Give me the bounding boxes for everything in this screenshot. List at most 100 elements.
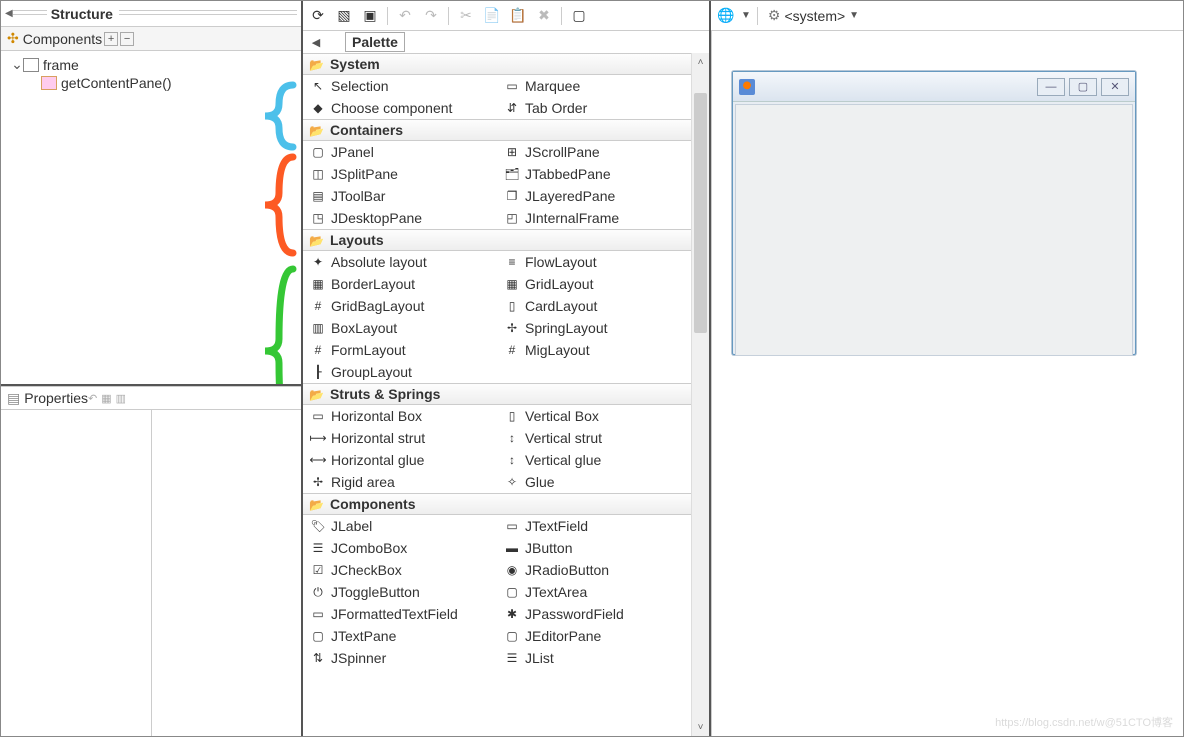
window-minimize-button[interactable]: — <box>1037 78 1065 96</box>
palette-item[interactable]: ◫JSplitPane <box>303 163 497 185</box>
expand-all-button[interactable]: + <box>104 32 118 46</box>
preview-toolbar: 🌐 ▼ ⚙ <system> ▼ <box>711 1 1183 31</box>
palette-item-icon: ▢ <box>503 628 521 644</box>
palette-item[interactable]: ☰JComboBox <box>303 537 497 559</box>
designer-toolbar: ⟳ ▧ ▣ ↶ ↷ ✂ 📄 📋 ✖ ▢ <box>303 1 709 31</box>
palette-item[interactable]: ▬JButton <box>497 537 691 559</box>
palette-item[interactable]: ▥BoxLayout <box>303 317 497 339</box>
tab-scroll-left[interactable]: ◀ <box>307 36 325 49</box>
palette-item[interactable]: #FormLayout <box>303 339 497 361</box>
palette-scroll[interactable]: System↖Selection▭Marquee◆Choose componen… <box>303 53 691 736</box>
palette-item-icon: ☰ <box>309 540 327 556</box>
palette-item[interactable]: ▭Marquee <box>497 75 691 97</box>
jframe-content[interactable] <box>735 104 1133 356</box>
palette-item[interactable]: ▯CardLayout <box>497 295 691 317</box>
palette-category-header[interactable]: Components <box>303 493 691 515</box>
palette-item[interactable]: 🏷JLabel <box>303 515 497 537</box>
palette-item[interactable]: ▯Vertical Box <box>497 405 691 427</box>
undo-button[interactable]: ↶ <box>394 5 416 27</box>
palette-item[interactable]: #GridBagLayout <box>303 295 497 317</box>
scroll-down-icon[interactable]: ˅ <box>692 718 709 736</box>
scroll-up-icon[interactable]: ˄ <box>692 53 709 71</box>
palette-item[interactable]: ☑JCheckBox <box>303 559 497 581</box>
prop-tool-icon[interactable]: ↶ <box>88 392 97 405</box>
palette-item[interactable]: ▢JTextArea <box>497 581 691 603</box>
palette-item[interactable]: ≡FlowLayout <box>497 251 691 273</box>
palette-item[interactable]: ✢Rigid area <box>303 471 497 493</box>
copy-button[interactable]: 📄 <box>481 5 503 27</box>
palette-item[interactable]: ▭JFormattedTextField <box>303 603 497 625</box>
palette-item[interactable]: ☰JList <box>497 647 691 669</box>
palette-item[interactable]: ↖Selection <box>303 75 497 97</box>
grip-lines <box>119 10 297 18</box>
palette-body: System↖Selection▭Marquee◆Choose componen… <box>303 53 709 736</box>
preview-button[interactable]: ▣ <box>359 5 381 27</box>
palette-item[interactable]: ◉JRadioButton <box>497 559 691 581</box>
palette-item-icon: ✧ <box>503 474 521 490</box>
palette-item[interactable]: #MigLayout <box>497 339 691 361</box>
window-maximize-button[interactable]: ▢ <box>1069 78 1097 96</box>
palette-item[interactable]: ⊞JScrollPane <box>497 141 691 163</box>
palette-category-header[interactable]: System <box>303 53 691 75</box>
palette-item[interactable]: ✢SpringLayout <box>497 317 691 339</box>
components-sub-header: ✣ Components + − <box>1 27 301 51</box>
palette-item[interactable]: ▦BorderLayout <box>303 273 497 295</box>
collapse-left-icon[interactable]: ◀ <box>5 8 13 19</box>
palette-item[interactable]: ▢JPanel <box>303 141 497 163</box>
cut-button[interactable]: ✂ <box>455 5 477 27</box>
palette-item-icon: ⟼ <box>309 430 327 446</box>
browser-button[interactable]: 🌐 <box>715 5 737 27</box>
palette-category-header[interactable]: Layouts <box>303 229 691 251</box>
properties-body <box>1 410 301 736</box>
palette-item[interactable]: 🗂JTabbedPane <box>497 163 691 185</box>
palette-item[interactable]: ✦Absolute layout <box>303 251 497 273</box>
paste-button[interactable]: 📋 <box>507 5 529 27</box>
collapse-all-button[interactable]: − <box>120 32 134 46</box>
redo-button[interactable]: ↷ <box>420 5 442 27</box>
caret-icon[interactable]: ⌄ <box>11 56 23 73</box>
palette-item-icon: ❐ <box>503 188 521 204</box>
palette-item[interactable]: ✱JPasswordField <box>497 603 691 625</box>
palette-item[interactable]: ↕Vertical glue <box>497 449 691 471</box>
component-tree[interactable]: ⌄ frame getContentPane() <box>1 51 301 96</box>
palette-item[interactable]: ⇅JSpinner <box>303 647 497 669</box>
tree-node-contentpane[interactable]: getContentPane() <box>3 74 299 92</box>
palette-item-icon: ✦ <box>309 254 327 270</box>
prop-tool-icon[interactable]: ▥ <box>116 392 126 405</box>
palette-item[interactable]: ❐JLayeredPane <box>497 185 691 207</box>
palette-item[interactable]: ▤JToolBar <box>303 185 497 207</box>
palette-item-label: JPasswordField <box>525 606 624 622</box>
window-close-button[interactable]: ✕ <box>1101 78 1129 96</box>
palette-item[interactable]: ◆Choose component <box>303 97 497 119</box>
palette-item-icon: ✢ <box>309 474 327 490</box>
palette-item[interactable]: ▭JTextField <box>497 515 691 537</box>
palette-item[interactable]: ↕Vertical strut <box>497 427 691 449</box>
prop-tool-icon[interactable]: ▦ <box>101 392 111 405</box>
palette-item[interactable]: ⟷Horizontal glue <box>303 449 497 471</box>
tree-node-frame[interactable]: ⌄ frame <box>3 55 299 74</box>
system-look-dropdown[interactable]: ⚙ <system> ▼ <box>764 7 863 24</box>
refresh-button[interactable]: ⟳ <box>307 5 329 27</box>
palette-item[interactable]: ✧Glue <box>497 471 691 493</box>
palette-item[interactable]: ⇵Tab Order <box>497 97 691 119</box>
layout-button[interactable]: ▢ <box>568 5 590 27</box>
dropdown-caret-icon[interactable]: ▼ <box>741 10 751 21</box>
palette-category-header[interactable]: Struts & Springs <box>303 383 691 405</box>
delete-button[interactable]: ✖ <box>533 5 555 27</box>
palette-item[interactable]: ▢JEditorPane <box>497 625 691 647</box>
palette-item[interactable]: ◰JInternalFrame <box>497 207 691 229</box>
palette-item[interactable]: ▢JTextPane <box>303 625 497 647</box>
scrollbar-vertical[interactable]: ˄ ˅ <box>691 53 709 736</box>
palette-item[interactable]: ⏻JToggleButton <box>303 581 497 603</box>
palette-tab[interactable]: Palette <box>345 32 405 52</box>
palette-item[interactable]: ⟼Horizontal strut <box>303 427 497 449</box>
design-button[interactable]: ▧ <box>333 5 355 27</box>
preview-jframe[interactable]: — ▢ ✕ <box>732 71 1136 355</box>
palette-item[interactable]: ▭Horizontal Box <box>303 405 497 427</box>
palette-item[interactable]: ▦GridLayout <box>497 273 691 295</box>
scroll-thumb[interactable] <box>694 93 707 333</box>
palette-category-header[interactable]: Containers <box>303 119 691 141</box>
palette-item[interactable]: ┠GroupLayout <box>303 361 497 383</box>
palette-item[interactable]: ◳JDesktopPane <box>303 207 497 229</box>
design-canvas[interactable]: — ▢ ✕ <box>711 31 1183 736</box>
